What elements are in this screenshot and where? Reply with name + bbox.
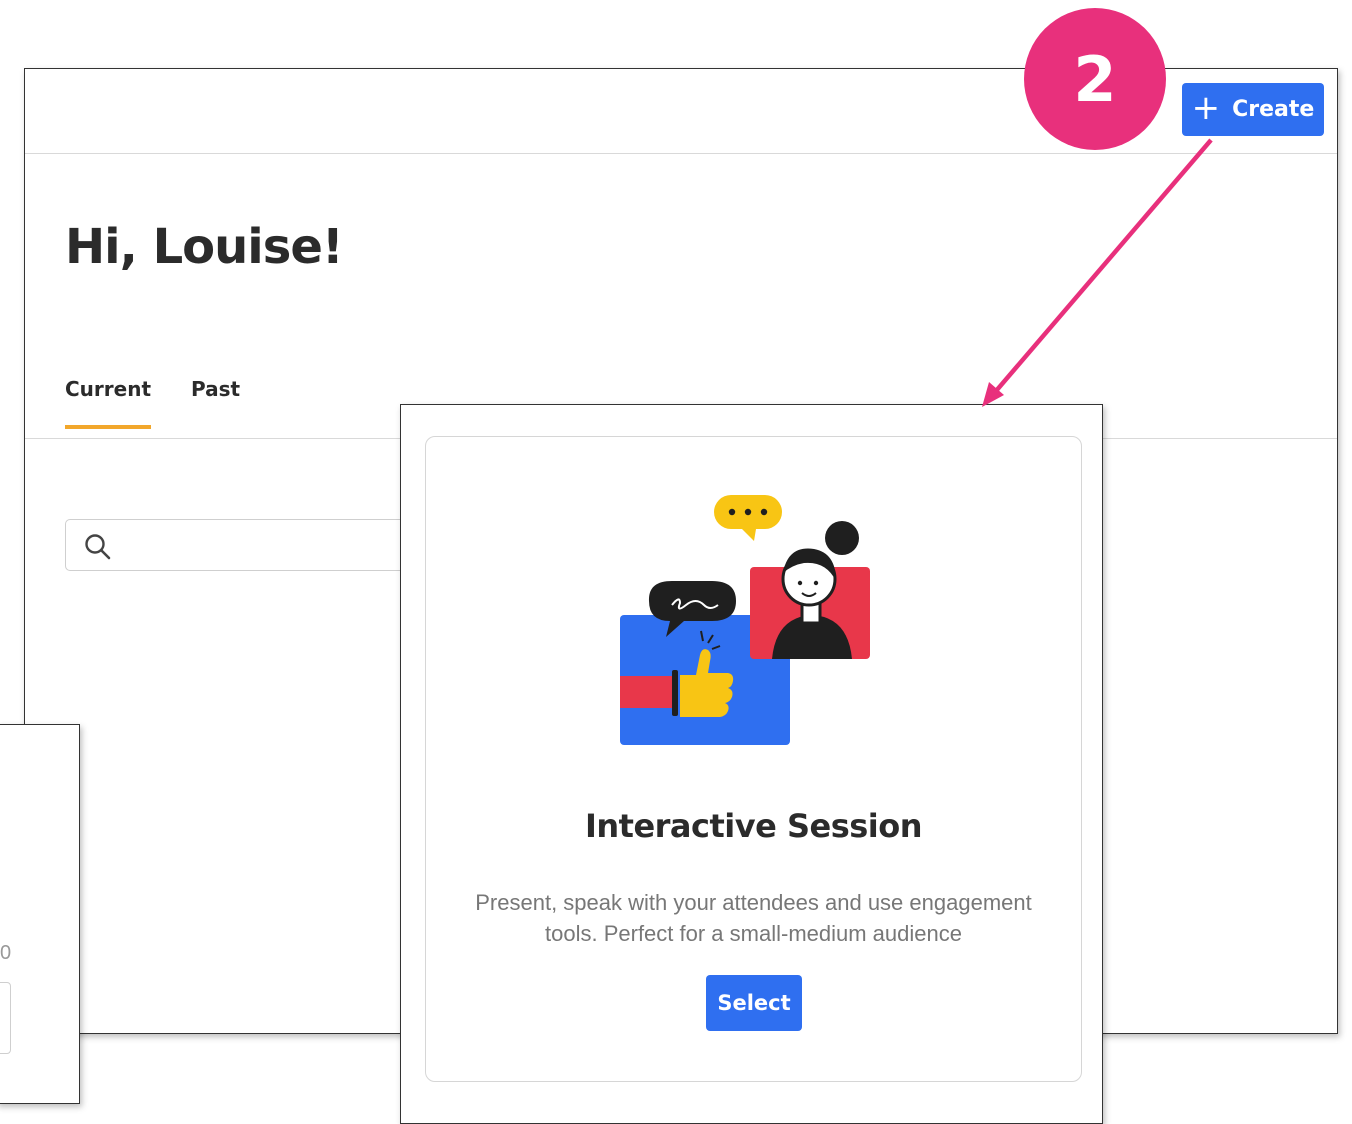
step-badge: 2 [1024,8,1166,150]
arrow-annotation [982,138,1213,407]
